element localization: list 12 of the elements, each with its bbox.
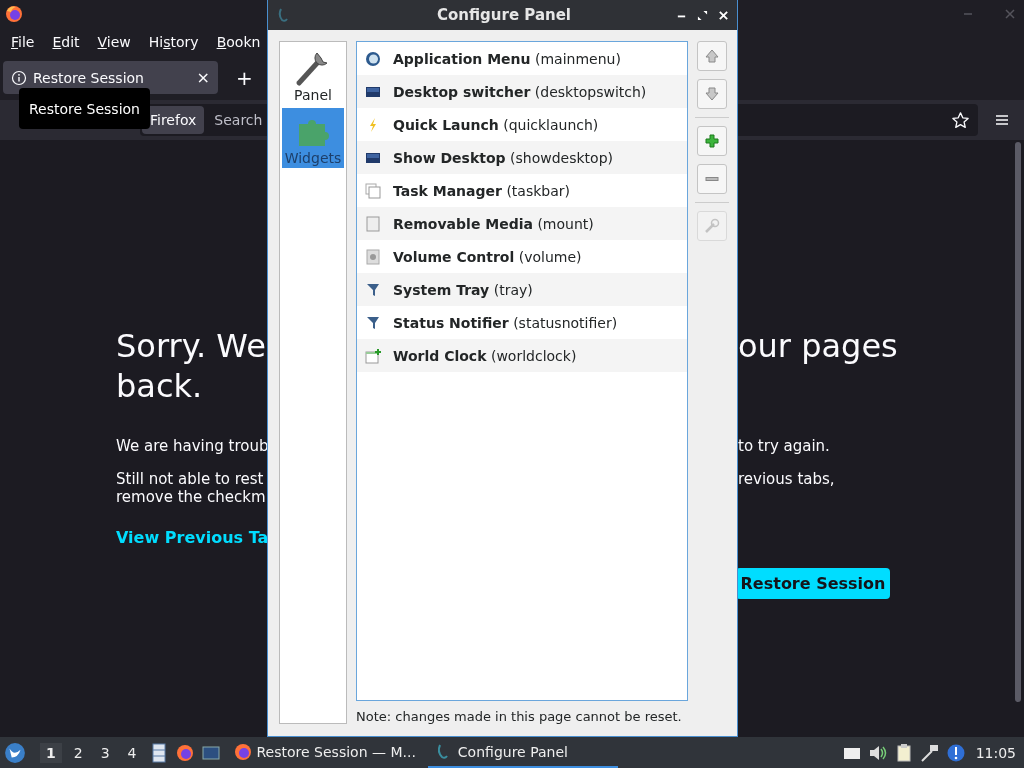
error-heading: back. [116,366,204,406]
error-heading: our pages [738,326,899,366]
error-text: We are having troub [116,437,268,455]
window-title: Configure Panel [436,6,572,24]
error-text: to try again. [738,437,831,455]
error-text: revious tabs, [738,470,836,490]
error-text: remove the checkm [116,488,267,506]
error-text: Still not able to rest [116,470,265,488]
error-heading: Sorry. We [116,326,267,366]
tab-title: Restore Session [33,69,145,86]
note-text: Note: changes made in this page cannot be reset. [356,709,682,724]
tooltip: Restore Session [19,88,150,129]
